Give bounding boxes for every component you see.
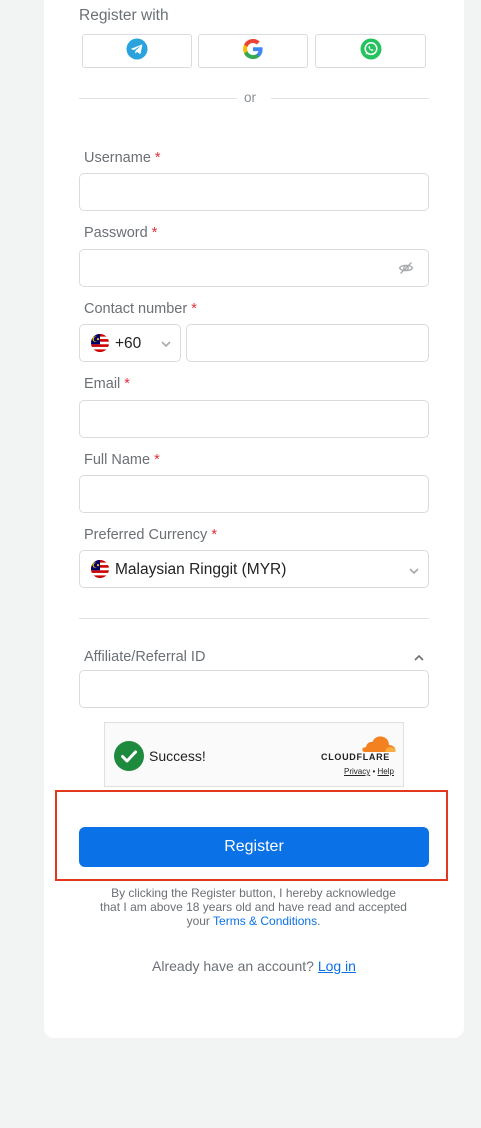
affiliate-input[interactable] [79,670,429,708]
country-code-select[interactable]: +60 [79,324,181,362]
contact-number-input[interactable] [186,324,429,362]
username-input[interactable] [79,173,429,211]
chevron-up-icon[interactable] [413,651,425,669]
email-label: Email * [84,376,130,392]
captcha-status: Success! [149,748,206,764]
country-code-value: +60 [115,335,142,352]
malaysia-flag-icon [91,560,109,578]
whatsapp-icon [360,38,382,65]
required-mark: * [154,150,161,166]
terms-link[interactable]: Terms & Conditions [213,914,317,928]
currency-select[interactable]: Malaysian Ringgit (MYR) [79,550,429,588]
disclaimer-text: By clicking the Register button, I hereb… [100,886,407,928]
google-button[interactable] [198,34,308,68]
google-icon [242,38,264,65]
login-prompt: Already have an account? Log in [152,958,356,974]
password-input[interactable] [79,249,429,287]
contact-label: Contact number * [84,301,197,317]
currency-label: Preferred Currency * [84,527,217,543]
affiliate-label: Affiliate/Referral ID [84,649,206,665]
password-label: Password * [84,225,158,241]
cloudflare-captcha[interactable]: Success! CLOUDFLARE Privacy • Help [104,722,404,787]
register-with-label: Register with [79,7,169,24]
telegram-icon [126,38,148,65]
cloudflare-brand: CLOUDFLARE [321,752,390,762]
link-separator: • [372,767,376,776]
username-label: Username * [84,150,161,166]
required-mark: * [211,527,217,543]
required-mark: * [124,376,130,392]
section-divider [79,618,429,619]
full-name-label: Full Name * [84,452,160,468]
captcha-links: Privacy • Help [344,767,394,776]
chevron-down-icon [160,337,172,355]
email-input[interactable] [79,400,429,438]
telegram-button[interactable] [82,34,192,68]
login-link[interactable]: Log in [318,958,356,974]
chevron-down-icon [408,564,420,582]
eye-off-icon[interactable] [398,261,414,280]
success-check-icon [114,741,144,776]
divider-line-left [79,98,237,99]
privacy-link[interactable]: Privacy [344,767,370,776]
full-name-input[interactable] [79,475,429,513]
required-mark: * [151,225,158,241]
divider-line-right [271,98,429,99]
whatsapp-button[interactable] [315,34,426,68]
help-link[interactable]: Help [378,767,394,776]
required-mark: * [191,301,197,317]
divider-text: or [244,90,257,105]
register-button[interactable]: Register [79,827,429,867]
currency-value: Malaysian Ringgit (MYR) [115,561,287,578]
malaysia-flag-icon [91,334,109,352]
required-mark: * [154,452,160,468]
